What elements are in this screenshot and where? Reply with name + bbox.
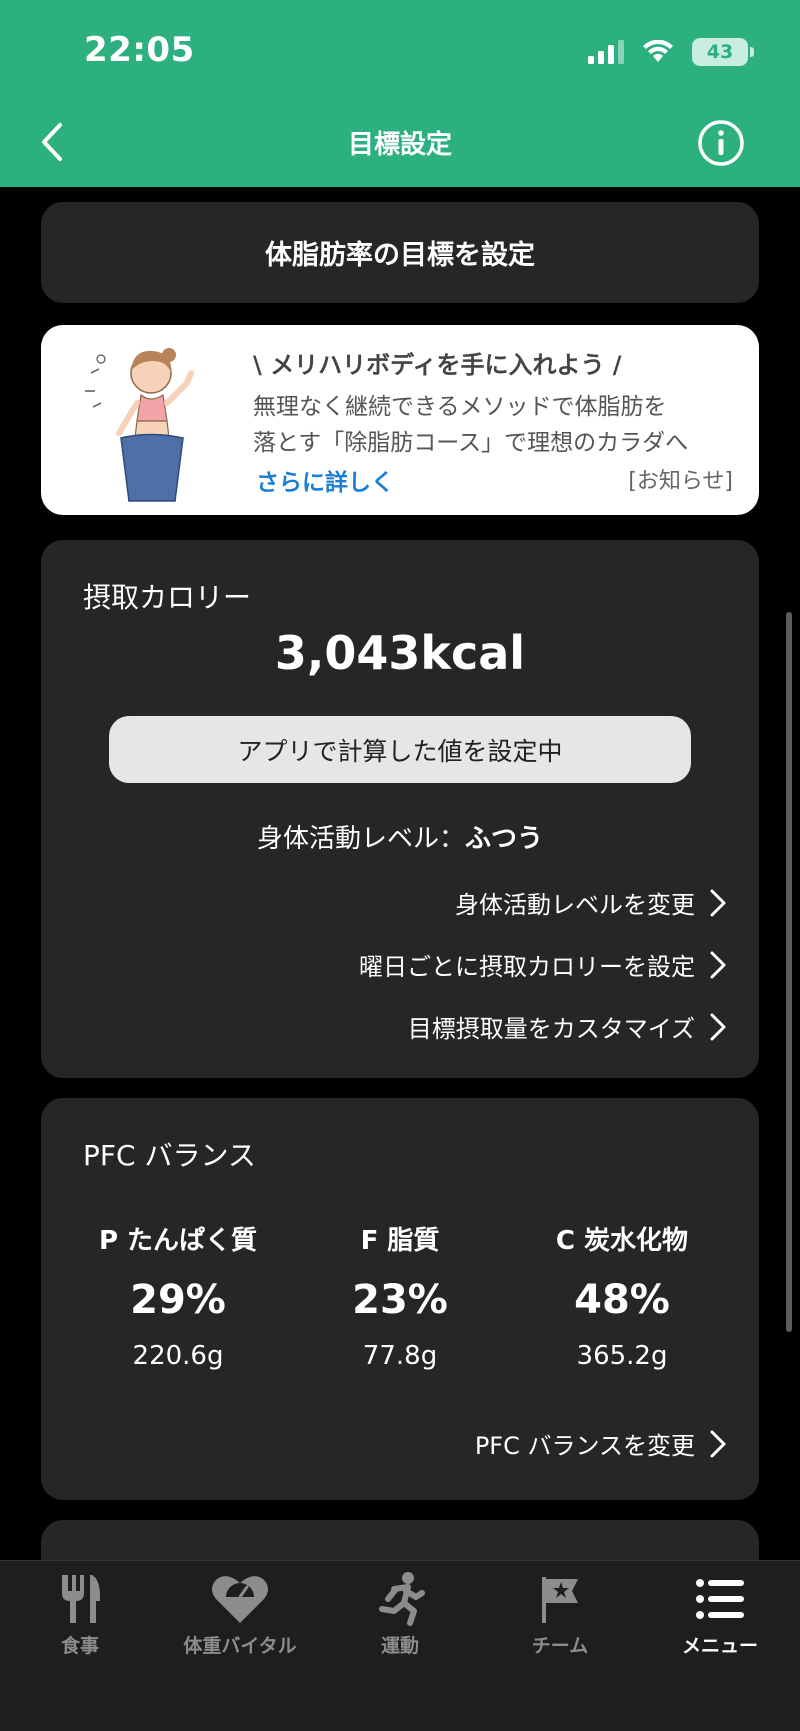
tab-menu-label: メニュー [681,1635,758,1657]
customize-intake-label: 目標摂取量をカスタマイズ [407,1015,695,1043]
wifi-icon [643,40,673,62]
calorie-card: 摂取カロリー 3,043kcal アプリで計算した値を設定中 身体活動レベル：ふ… [41,540,759,1078]
promo-title: \ メリハリボディを手に入れよう / [253,351,622,379]
pfc-carb-name: C 炭水化物 [555,1226,689,1256]
pfc-card: PFC バランス P たんぱく質 29% 220.6g F 脂質 23% 77.… [41,1098,759,1500]
info-button[interactable] [696,118,746,168]
customize-intake-link[interactable]: 目標摂取量をカスタマイズ [408,1009,729,1044]
flag-star-icon [542,1577,578,1623]
tab-exercise[interactable]: 運動 [320,1571,480,1658]
calc-status-label: アプリで計算した値を設定中 [237,736,563,766]
menu-list-icon [696,1579,744,1619]
pfc-fat-grams: 77.8g [362,1341,438,1371]
pfc-protein: P たんぱく質 29% 220.6g [67,1220,289,1371]
pfc-fat-name: F 脂質 [360,1226,440,1256]
chevron-right-icon [710,951,726,978]
chevron-right-icon [710,1430,726,1457]
fork-knife-icon [62,1575,100,1623]
tab-team-label: チーム [531,1635,589,1657]
battery-icon: 43 [692,38,754,66]
pfc-carb-pct: 48% [574,1277,670,1323]
runner-icon [379,1572,425,1626]
activity-level-prefix: 身体活動レベル： [256,824,465,854]
activity-level: 身体活動レベル：ふつう [41,818,759,855]
status-icons: 43 [588,38,754,66]
pfc-carb-grams: 365.2g [576,1341,668,1371]
body-fat-goal-button[interactable]: 体脂肪率の目標を設定 [41,202,759,303]
pfc-protein-name: P たんぱく質 [98,1226,258,1256]
change-activity-label: 身体活動レベルを変更 [455,891,695,919]
woman-illustration [85,348,194,502]
page-title: 目標設定 [347,130,452,160]
scrollbar[interactable] [786,612,792,1332]
weekday-calorie-link[interactable]: 曜日ごとに摂取カロリーを設定 [359,947,729,982]
status-time: 22:05 [84,30,195,70]
pfc-protein-pct: 29% [130,1277,226,1323]
chevron-right-icon [710,889,726,916]
calorie-value: 3,043kcal [274,626,526,680]
promo-tag: [お知らせ] [628,469,733,494]
promo-line-1: 無理なく継続できるメソッドで体脂肪を [253,394,667,420]
pfc-protein-grams: 220.6g [132,1341,224,1371]
activity-level-value: ふつう [465,824,544,854]
tab-bar: 食事 体重バイタル 運動 チーム メニュー [0,1560,800,1731]
tab-weight-vital-label: 体重バイタル [183,1635,297,1657]
pfc-carb: C 炭水化物 48% 365.2g [511,1220,733,1371]
calorie-label: 摂取カロリー [83,581,252,614]
tab-meal-label: 食事 [60,1635,99,1657]
tab-exercise-label: 運動 [380,1635,419,1657]
promo-more-link[interactable]: さらに詳しく [256,463,394,497]
signal-icon [588,40,624,64]
chevron-right-icon [710,1013,726,1040]
body-fat-goal-label: 体脂肪率の目標を設定 [265,240,535,271]
calc-status-pill[interactable]: アプリで計算した値を設定中 [109,716,691,783]
tab-weight-vital[interactable]: 体重バイタル [160,1571,320,1658]
battery-level: 43 [706,41,734,63]
tab-meal[interactable]: 食事 [0,1571,160,1658]
tab-menu[interactable]: メニュー [640,1571,800,1658]
weekday-calorie-label: 曜日ごとに摂取カロリーを設定 [359,953,695,981]
tab-team[interactable]: チーム [480,1571,640,1658]
change-activity-link[interactable]: 身体活動レベルを変更 [455,885,729,920]
pfc-fat: F 脂質 23% 77.8g [289,1220,511,1371]
info-icon [698,120,744,166]
promo-banner[interactable]: \ メリハリボディを手に入れよう / 無理なく継続できるメソッドで体脂肪を 落と… [41,325,759,515]
change-pfc-link[interactable]: PFC バランスを変更 [475,1426,729,1461]
heart-scale-icon [212,1576,268,1623]
pfc-fat-pct: 23% [352,1277,448,1323]
app-header: 22:05 43 目標設定 [0,0,800,187]
promo-line-2: 落とす「除脂肪コース」で理想のカラダへ [253,430,689,456]
pfc-label: PFC バランス [83,1139,256,1172]
change-pfc-label: PFC バランスを変更 [474,1432,695,1460]
